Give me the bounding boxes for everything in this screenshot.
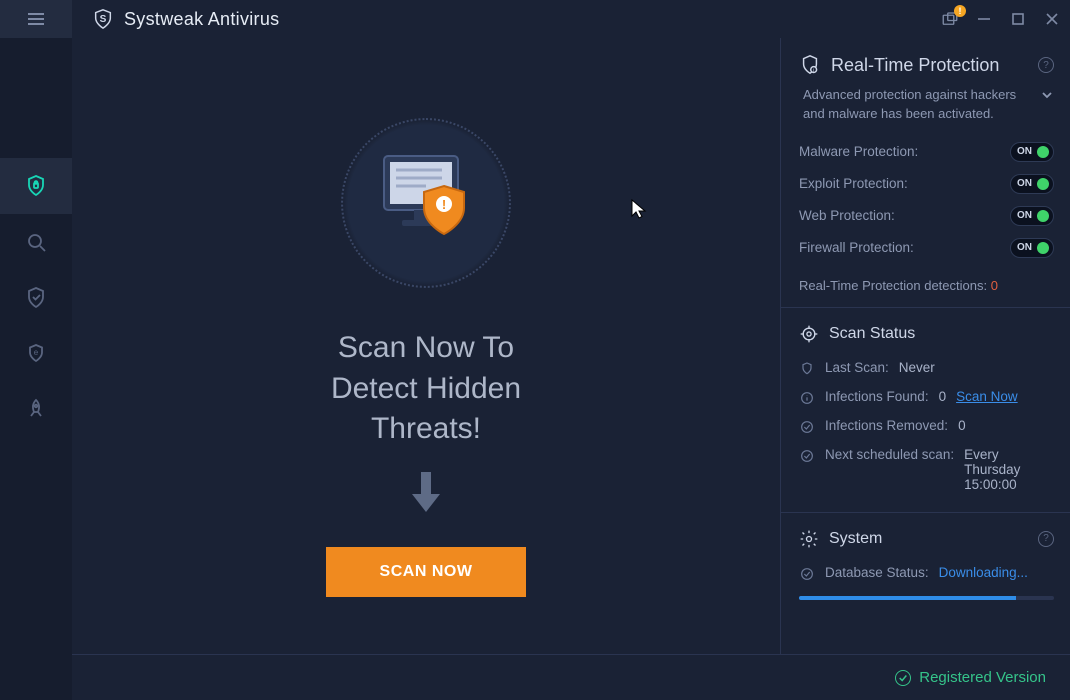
help-icon[interactable]: ? xyxy=(1038,57,1054,73)
toggle-switch[interactable]: ON xyxy=(1010,142,1054,162)
rtp-title: Real-Time Protection xyxy=(831,55,1028,76)
toggle-switch[interactable]: ON xyxy=(1010,238,1054,258)
svg-text:S: S xyxy=(100,14,107,25)
app-title: Systweak Antivirus xyxy=(124,9,279,30)
app-logo: S Systweak Antivirus xyxy=(92,8,279,30)
right-panels: i Real-Time Protection ? Advanced protec… xyxy=(780,38,1070,700)
db-status-value: Downloading... xyxy=(939,565,1028,580)
scan-illustration: ! xyxy=(331,108,521,298)
last-scan-label: Last Scan: xyxy=(825,360,889,375)
toggle-label: Firewall Protection: xyxy=(799,240,914,255)
sidebar: e xyxy=(0,38,72,700)
search-icon xyxy=(24,230,48,254)
panel-scan-status: Scan Status Last Scan: Never Infections … xyxy=(781,308,1070,513)
rtp-detections-label: Real-Time Protection detections: xyxy=(799,278,987,293)
window-minimize-button[interactable] xyxy=(974,9,994,29)
system-title: System xyxy=(829,530,1028,548)
info-icon xyxy=(799,390,815,406)
check-circle-icon xyxy=(799,448,815,464)
check-circle-icon xyxy=(799,566,815,582)
toggle-state: ON xyxy=(1017,178,1032,189)
next-scan-label: Next scheduled scan: xyxy=(825,447,954,462)
toggle-state: ON xyxy=(1017,210,1032,221)
panel-system: System ? Database Status: Downloading... xyxy=(781,513,1070,614)
toggle-row: Exploit Protection: ON xyxy=(799,168,1054,200)
footer: Registered Version xyxy=(72,654,1070,700)
infections-found-label: Infections Found: xyxy=(825,389,929,404)
toggle-state: ON xyxy=(1017,242,1032,253)
next-scan-value: Every Thursday 15:00:00 xyxy=(964,447,1054,492)
infections-found-value: 0 xyxy=(939,389,947,404)
gear-icon xyxy=(799,529,819,549)
sidebar-item-browser[interactable]: e xyxy=(0,326,72,382)
alert-badge: ! xyxy=(954,5,966,17)
panel-rtp: i Real-Time Protection ? Advanced protec… xyxy=(781,38,1070,308)
sidebar-item-protect[interactable] xyxy=(0,158,72,214)
rocket-icon xyxy=(24,398,48,422)
shield-lock-icon xyxy=(24,174,48,198)
svg-text:e: e xyxy=(34,348,39,357)
hamburger-menu-button[interactable] xyxy=(0,0,72,38)
toggle-label: Malware Protection: xyxy=(799,144,918,159)
headline: Scan Now To Detect Hidden Threats! xyxy=(331,328,521,450)
scan-status-title: Scan Status xyxy=(829,325,1054,343)
sidebar-item-shield[interactable] xyxy=(0,270,72,326)
infections-removed-label: Infections Removed: xyxy=(825,418,948,433)
rtp-description: Advanced protection against hackers and … xyxy=(803,86,1032,124)
toggle-label: Exploit Protection: xyxy=(799,176,908,191)
toggle-switch[interactable]: ON xyxy=(1010,206,1054,226)
center-panel: ! Scan Now To Detect Hidden Threats! SCA… xyxy=(72,38,780,700)
rtp-detections-value: 0 xyxy=(991,278,998,293)
help-icon[interactable]: ? xyxy=(1038,531,1054,547)
shield-info-icon: i xyxy=(799,54,821,76)
toggle-row: Firewall Protection: ON xyxy=(799,232,1054,264)
alerts-icon[interactable]: ! xyxy=(940,9,960,29)
toggle-label: Web Protection: xyxy=(799,208,895,223)
chevron-down-icon[interactable] xyxy=(1040,88,1054,108)
window-close-button[interactable] xyxy=(1042,9,1062,29)
sidebar-item-search[interactable] xyxy=(0,214,72,270)
toggle-row: Web Protection: ON xyxy=(799,200,1054,232)
svg-text:i: i xyxy=(813,68,814,74)
toggle-switch[interactable]: ON xyxy=(1010,174,1054,194)
shield-check-icon xyxy=(24,286,48,310)
db-progress-bar xyxy=(799,596,1054,600)
svg-text:!: ! xyxy=(442,197,446,212)
toggle-row: Malware Protection: ON xyxy=(799,136,1054,168)
toggle-state: ON xyxy=(1017,146,1032,157)
infections-removed-value: 0 xyxy=(958,418,966,433)
sidebar-item-boost[interactable] xyxy=(0,382,72,438)
browser-shield-icon: e xyxy=(24,342,48,366)
title-bar: S Systweak Antivirus ! xyxy=(0,0,1070,38)
registered-label: Registered Version xyxy=(919,669,1046,686)
scan-now-button[interactable]: SCAN NOW xyxy=(326,547,526,597)
target-icon xyxy=(799,324,819,344)
arrow-down-icon xyxy=(408,470,444,519)
check-circle-icon xyxy=(895,670,911,686)
shield-icon xyxy=(799,361,815,377)
last-scan-value: Never xyxy=(899,360,935,375)
window-maximize-button[interactable] xyxy=(1008,9,1028,29)
check-circle-icon xyxy=(799,419,815,435)
db-status-label: Database Status: xyxy=(825,565,929,580)
scan-now-link[interactable]: Scan Now xyxy=(956,389,1018,404)
